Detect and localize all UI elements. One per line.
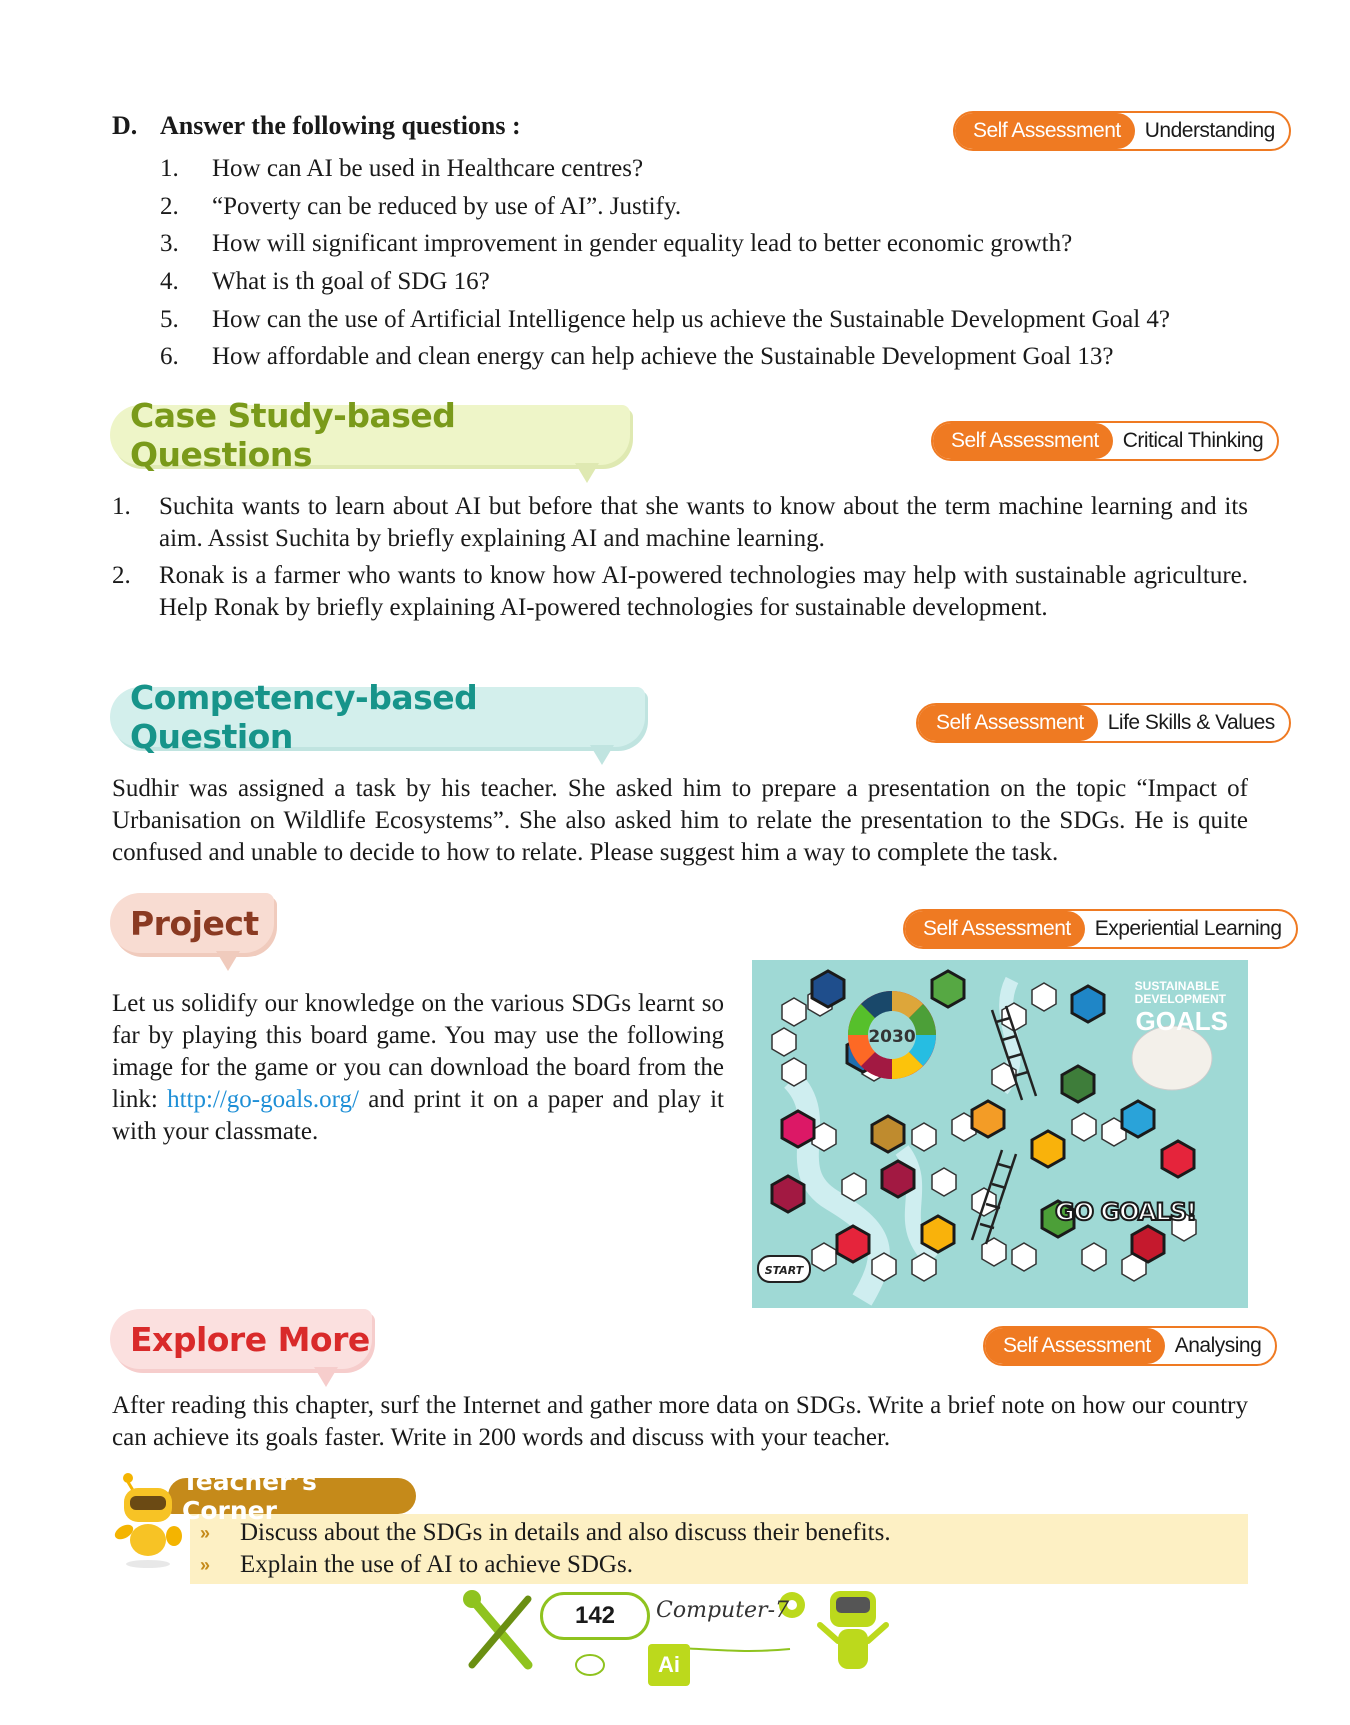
section-letter: D. [112, 111, 138, 140]
game-name: GO GOALS! [1054, 1197, 1198, 1227]
list-item: 1. How can AI be used in Healthcare centr… [160, 150, 1170, 188]
question-text: “Poverty can be reduced by use of AI”. J… [212, 192, 682, 220]
skill-label: Life Skills & Values [1107, 711, 1276, 734]
question-text: What is th goal of SDG 16? [212, 268, 490, 296]
list-item: 2. “Poverty can be reduced by use of AI”.… [160, 188, 1170, 226]
item-number: 5. [160, 305, 179, 333]
explore-more-text: After reading this chapter, surf the Int… [112, 1392, 1248, 1451]
question-list: 1. How can AI be used in Healthcare centr… [160, 150, 1170, 376]
robot-mascot-icon [114, 1473, 182, 1568]
project-text: Let us solidify our knowledge on the var… [112, 988, 724, 1148]
self-assessment-badge: Self Assessment Analysing [983, 1326, 1278, 1366]
question-text: How affordable and clean energy can help… [212, 343, 1114, 371]
self-assessment-label: Self Assessment [905, 911, 1085, 947]
list-item: 2. Ronak is a farmer who wants to know ho… [112, 560, 1248, 624]
board-game-image: 2030 START SUSTAINABLE DEVELOPMENT GOALS … [752, 960, 1248, 1308]
list-item: 3. How will significant improvement in ge… [160, 225, 1170, 263]
teachers-corner-item: Explain the use of AI to achieve SDGs. [240, 1551, 633, 1578]
case-study-title: Case Study-based Questions [130, 396, 456, 474]
question-text: How can AI be used in Healthcare centres… [212, 155, 644, 182]
skill-label: Critical Thinking [1122, 429, 1264, 452]
self-assessment-label: Self Assessment [985, 1328, 1165, 1364]
list-item: 6. How affordable and clean energy can he… [160, 338, 1170, 376]
board-title-line2: DEVELOPMENT [1134, 992, 1226, 1006]
list-item: 5. How can the use of Artificial Intellig… [160, 301, 1170, 339]
item-number: 3. [160, 230, 179, 258]
bullet-icon: » [200, 1523, 211, 1543]
project-heading: Project [110, 893, 274, 971]
board-title-line1: SUSTAINABLE [1134, 979, 1220, 993]
bullet-icon: » [200, 1555, 211, 1575]
board-title: SUSTAINABLE DEVELOPMENT [1135, 980, 1226, 1006]
board-year: 2030 [868, 1027, 915, 1047]
list-item: 1. Suchita wants to learn about AI but be… [112, 491, 1248, 555]
item-number: 4. [160, 268, 179, 296]
bubble-tail [314, 1367, 338, 1387]
bubble-tail [575, 463, 599, 483]
page-number: 142 [540, 1592, 650, 1640]
competency-text: Sudhir was assigned a task by his teache… [112, 775, 1248, 866]
self-assessment-label: Self Assessment [933, 423, 1113, 459]
list-item: » Discuss about the SDGs in details and a… [200, 1517, 891, 1549]
self-assessment-badge: Self Assessment Experiential Learning [903, 909, 1298, 949]
section-d-heading: D. Answer the following questions : [112, 111, 521, 141]
teachers-corner-item: Discuss about the SDGs in details and al… [240, 1519, 891, 1546]
start-label: START [765, 1264, 805, 1277]
tools-icon [463, 1590, 533, 1670]
bubble-tail [216, 951, 240, 971]
teachers-corner-heading: Teacher’s Corner [168, 1467, 416, 1525]
self-assessment-badge: Self Assessment Critical Thinking [931, 421, 1280, 461]
self-assessment-badge: Self Assessment Understanding [953, 111, 1291, 151]
ai-chip-icon: Ai [648, 1644, 690, 1686]
case-text: Suchita wants to learn about AI but befo… [159, 493, 1248, 552]
go-goals-link[interactable]: http://go-goals.org/ [167, 1086, 359, 1113]
item-number: 1. [112, 493, 131, 520]
skill-label: Analysing [1174, 1334, 1262, 1357]
question-text: How can the use of Artificial Intelligen… [212, 305, 1171, 333]
item-number: 6. [160, 343, 179, 371]
item-number: 2. [160, 192, 179, 220]
item-number: 1. [160, 155, 179, 182]
list-item: 4. What is th goal of SDG 16? [160, 263, 1170, 301]
robot-icon [817, 1591, 889, 1669]
explore-more-title: Explore More [130, 1319, 370, 1359]
explore-more-heading: Explore More [110, 1309, 372, 1387]
case-study-list: 1. Suchita wants to learn about AI but be… [112, 491, 1248, 629]
list-item: » Explain the use of AI to achieve SDGs. [200, 1549, 891, 1581]
book-title: Computer-7 [656, 1598, 789, 1623]
teachers-corner-list: » Discuss about the SDGs in details and a… [200, 1517, 891, 1581]
board-goals-word: GOALS [1135, 1006, 1228, 1036]
self-assessment-badge: Self Assessment Life Skills & Values [916, 703, 1291, 743]
case-study-heading: Case Study-based Questions [110, 396, 630, 483]
section-d-title: Answer the following questions : [160, 111, 521, 140]
competency-heading: Competency-based Question [110, 678, 645, 765]
skill-label: Experiential Learning [1094, 917, 1282, 940]
question-text: How will significant improvement in gend… [212, 230, 1073, 258]
self-assessment-label: Self Assessment [918, 705, 1098, 741]
item-number: 2. [112, 562, 131, 589]
case-text: Ronak is a farmer who wants to know how … [159, 562, 1248, 621]
bubble-tail [590, 745, 614, 765]
skill-label: Understanding [1144, 119, 1276, 142]
self-assessment-label: Self Assessment [955, 113, 1135, 149]
competency-title: Competency-based Question [130, 678, 478, 756]
project-title: Project [130, 903, 259, 943]
